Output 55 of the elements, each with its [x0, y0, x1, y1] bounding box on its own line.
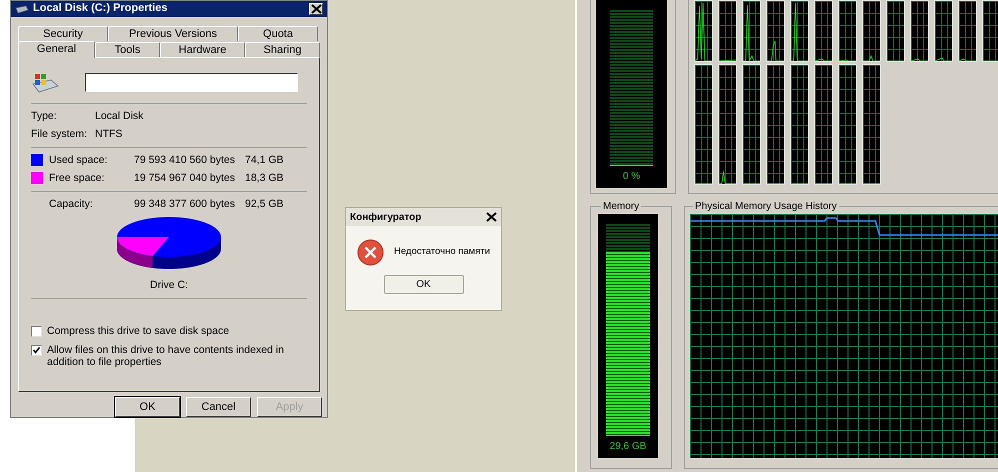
cpu-history-graph	[910, 0, 929, 62]
meter-reading: 0 %	[622, 170, 640, 184]
check-icon	[33, 346, 40, 354]
tab[interactable]: Previous Versions	[108, 26, 238, 41]
dialog-title: Конфигуратор	[350, 210, 422, 224]
space-size: 74,1 GB	[245, 152, 284, 168]
space-label: Used space:	[49, 152, 108, 168]
drive-icon	[31, 72, 59, 94]
cpu-history-graph	[766, 0, 785, 62]
tab[interactable]: Quota	[238, 26, 318, 41]
dialog-button[interactable]: OK	[115, 397, 180, 417]
close-icon[interactable]	[486, 212, 497, 222]
drive-icon	[15, 4, 29, 14]
capacity-label: Capacity:	[49, 196, 94, 212]
capacity-size: 92,5 GB	[245, 196, 284, 212]
checkbox-label: Allow files on this drive to have contents indexed in addition to file properties	[47, 344, 285, 368]
cpu-history-graph	[718, 0, 737, 62]
cpu-history-graph	[934, 0, 953, 62]
error-icon	[357, 239, 384, 266]
meter-reading: 29,6 GB	[610, 440, 646, 454]
property-label: Type:	[31, 108, 58, 124]
cpu-history-graph	[886, 0, 905, 62]
cpu-history-graph	[742, 0, 761, 62]
drive-label: Drive C:	[150, 278, 188, 293]
dialog-button[interactable]: Cancel	[186, 397, 251, 417]
cpu-history-graph	[694, 0, 713, 62]
space-bytes: 19 754 967 040 bytes	[134, 170, 236, 186]
cpu-history-graph	[838, 0, 857, 62]
cpu-history-graph	[814, 0, 833, 62]
cpu-history-graph	[982, 0, 998, 62]
volume-label-field[interactable]	[85, 73, 298, 92]
tab[interactable]: Security	[18, 26, 108, 41]
checkbox-label: Compress this drive to save disk space	[47, 324, 230, 337]
checkbox[interactable]	[31, 344, 42, 356]
cpu-history-graph	[958, 0, 977, 62]
space-bytes: 79 593 410 560 bytes	[134, 152, 236, 168]
tab[interactable]: General	[18, 40, 95, 58]
capacity-bytes: 99 348 377 600 bytes	[134, 196, 236, 212]
close-icon[interactable]	[310, 4, 322, 14]
checkbox[interactable]	[31, 326, 42, 337]
ok-button[interactable]: OK	[384, 275, 464, 294]
tab[interactable]: Tools	[95, 42, 160, 57]
space-label: Free space:	[49, 170, 106, 186]
window-title: Local Disk (C:) Properties	[33, 3, 168, 14]
cpu-history-graph	[790, 0, 809, 62]
error-message: Недостаточно памяти	[394, 245, 490, 260]
tab[interactable]: Sharing	[245, 42, 320, 57]
cpu-history-graph	[862, 0, 881, 62]
property-value: Local Disk	[95, 108, 144, 124]
property-label: File system:	[31, 126, 88, 142]
group-title: Physical Memory Usage History	[694, 200, 838, 214]
tab[interactable]: Hardware	[160, 42, 245, 57]
space-size: 18,3 GB	[245, 170, 284, 186]
group-title: Memory	[602, 200, 640, 214]
property-value: NTFS	[95, 126, 122, 142]
